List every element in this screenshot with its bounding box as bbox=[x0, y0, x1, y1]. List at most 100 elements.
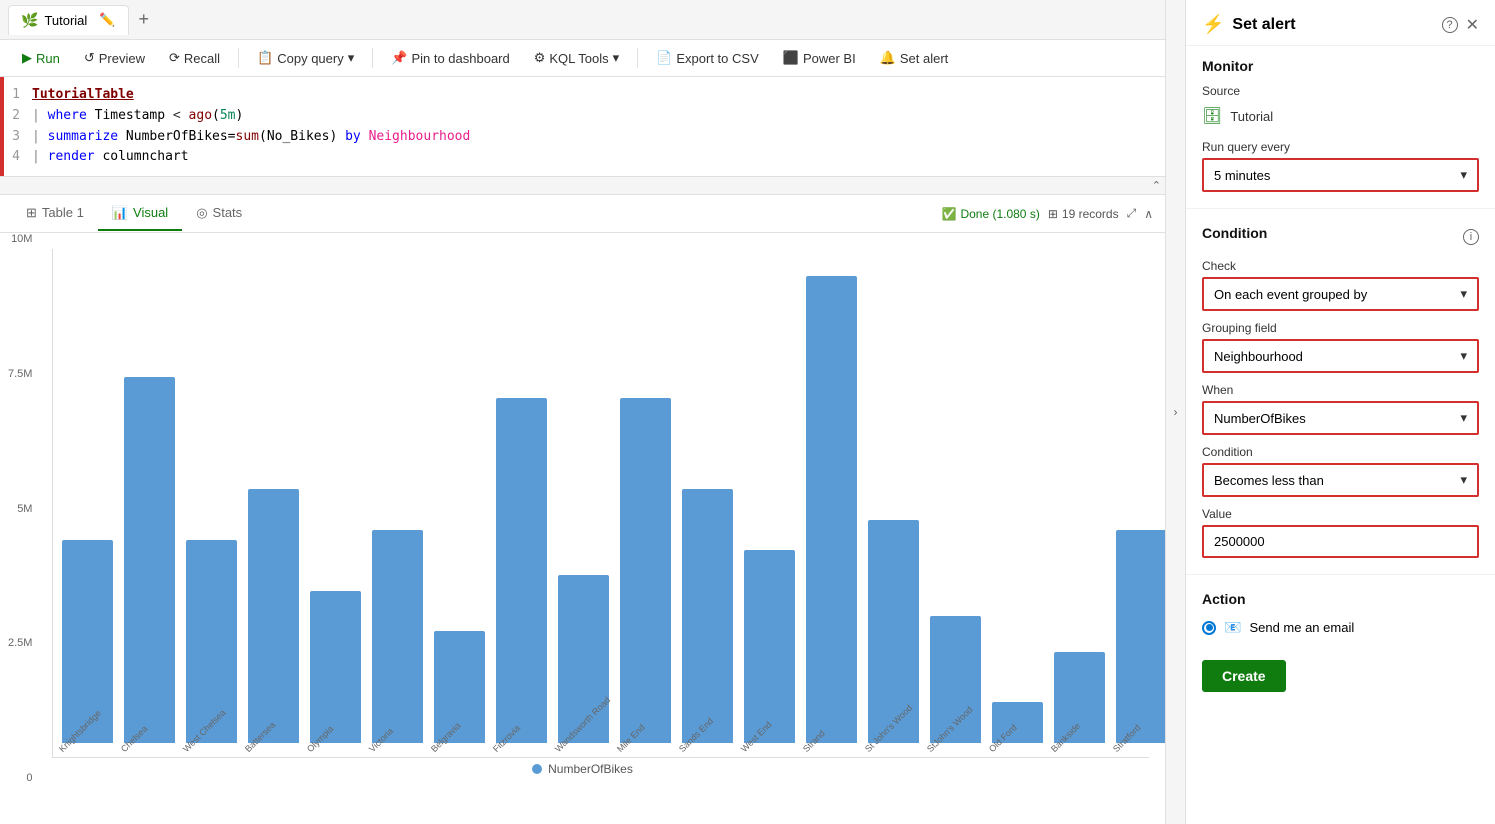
run-icon: ▶ bbox=[22, 50, 32, 66]
y-label-75m: 7.5M bbox=[8, 368, 32, 380]
condition-info-icon[interactable]: i bbox=[1463, 229, 1479, 245]
code-token bbox=[181, 108, 189, 123]
when-label: When bbox=[1202, 383, 1479, 397]
panel-header: ⚡ Set alert ? ✕ bbox=[1186, 0, 1495, 46]
run-button[interactable]: ▶ Run bbox=[12, 46, 70, 70]
condition-title: Condition bbox=[1202, 225, 1267, 241]
panel-body: Monitor Source 🗄 Tutorial Run query ever… bbox=[1186, 46, 1495, 824]
copy-label: Copy query bbox=[277, 51, 343, 66]
when-dropdown[interactable]: NumberOfBikes ▾ bbox=[1202, 401, 1479, 435]
alert-label: Set alert bbox=[900, 51, 948, 66]
power-bi-button[interactable]: ⬛ Power BI bbox=[773, 46, 866, 70]
chart-bar-group: Old Ford bbox=[987, 249, 1047, 757]
tab-stats[interactable]: ◎ Stats bbox=[182, 197, 256, 231]
value-input[interactable] bbox=[1202, 525, 1479, 558]
error-indicator bbox=[0, 77, 4, 176]
code-token: Neighbourhood bbox=[361, 129, 471, 144]
divider-1 bbox=[238, 48, 239, 68]
preview-icon: ↺ bbox=[84, 50, 95, 66]
code-line-3: 3 | summarize NumberOfBikes=sum(No_Bikes… bbox=[0, 127, 1165, 148]
line-num-2: 2 bbox=[0, 106, 32, 127]
tab-bar: 🌿 Tutorial ✏️ + bbox=[0, 0, 1165, 40]
code-token: ) bbox=[236, 108, 244, 123]
collapse-icon[interactable]: ⌃ bbox=[1152, 179, 1161, 192]
recall-button[interactable]: ⟳ Recall bbox=[159, 46, 230, 70]
results-area: ⊞ Table 1 📊 Visual ◎ Stats ✅ Done (1.080… bbox=[0, 195, 1165, 824]
side-arrows[interactable]: › bbox=[1165, 0, 1185, 824]
source-value: Tutorial bbox=[1230, 109, 1273, 124]
monitor-section: Monitor Source 🗄 Tutorial Run query ever… bbox=[1186, 46, 1495, 204]
pin-dashboard-button[interactable]: 📌 Pin to dashboard bbox=[381, 46, 519, 70]
preview-button[interactable]: ↺ Preview bbox=[74, 46, 155, 70]
check-value: On each event grouped by bbox=[1214, 287, 1367, 302]
line-content-1: TutorialTable bbox=[32, 85, 1165, 106]
legend-dot bbox=[532, 764, 542, 774]
collapse-bar[interactable]: ⌃ bbox=[0, 177, 1165, 195]
export-csv-button[interactable]: 📄 Export to CSV bbox=[646, 46, 769, 70]
email-label: Send me an email bbox=[1249, 620, 1354, 635]
chart-bar-group: Mile End bbox=[615, 249, 675, 757]
condition-dropdown[interactable]: Becomes less than ▾ bbox=[1202, 463, 1479, 497]
code-token: sum bbox=[236, 129, 259, 144]
y-label-5m: 5M bbox=[8, 503, 32, 515]
chart-bar-group: West End bbox=[739, 249, 799, 757]
code-editor[interactable]: 1 TutorialTable 2 | where Timestamp < ag… bbox=[0, 77, 1165, 177]
toolbar: ▶ Run ↺ Preview ⟳ Recall 📋 Copy query ▾ … bbox=[0, 40, 1165, 77]
create-button[interactable]: Create bbox=[1202, 660, 1286, 692]
grouping-arrow-icon: ▾ bbox=[1460, 348, 1467, 364]
email-radio-item[interactable]: 📧 Send me an email bbox=[1202, 615, 1479, 640]
close-icon[interactable]: ✕ bbox=[1466, 15, 1479, 35]
source-item: 🗄 Tutorial bbox=[1202, 102, 1479, 130]
code-line-1: 1 TutorialTable bbox=[0, 85, 1165, 106]
divider-condition-action bbox=[1186, 574, 1495, 575]
run-query-arrow-icon: ▾ bbox=[1460, 167, 1467, 183]
email-radio[interactable] bbox=[1202, 621, 1216, 635]
chart-bar-group: Victoria bbox=[367, 249, 427, 757]
tab-add-button[interactable]: + bbox=[129, 3, 160, 36]
monitor-title: Monitor bbox=[1202, 58, 1479, 74]
tab-visual[interactable]: 📊 Visual bbox=[98, 197, 182, 231]
expand-icon[interactable]: ⤢ bbox=[1127, 206, 1137, 221]
pin-label: Pin to dashboard bbox=[411, 51, 509, 66]
kql-tools-button[interactable]: ⚙ KQL Tools ▾ bbox=[524, 46, 629, 70]
grouping-dropdown[interactable]: Neighbourhood ▾ bbox=[1202, 339, 1479, 373]
kql-dropdown-icon: ▾ bbox=[613, 50, 620, 66]
code-token: | bbox=[32, 129, 48, 144]
pin-icon: 📌 bbox=[391, 50, 407, 66]
copy-query-button[interactable]: 📋 Copy query ▾ bbox=[247, 46, 364, 70]
code-token: | bbox=[32, 108, 48, 123]
done-text: Done (1.080 s) bbox=[960, 207, 1039, 221]
code-token: < bbox=[173, 108, 181, 123]
recall-icon: ⟳ bbox=[169, 50, 180, 66]
code-token: by bbox=[345, 129, 361, 144]
results-status: ✅ Done (1.080 s) ⊞ 19 records ⤢ ∧ bbox=[941, 206, 1153, 221]
chart-bar bbox=[682, 489, 733, 743]
chart-bar-group: Chelsea bbox=[119, 249, 179, 757]
powerbi-icon: ⬛ bbox=[783, 50, 799, 66]
y-label-25m: 2.5M bbox=[8, 637, 32, 649]
collapse-results-icon[interactable]: ∧ bbox=[1144, 207, 1153, 221]
records-count: 19 records bbox=[1062, 207, 1119, 221]
stats-icon: ◎ bbox=[196, 205, 207, 221]
code-token: columnchart bbox=[95, 149, 189, 164]
chart-bar-group: StJohn's Wood bbox=[925, 249, 985, 757]
run-query-dropdown[interactable]: 5 minutes ▾ bbox=[1202, 158, 1479, 192]
divider-3 bbox=[637, 48, 638, 68]
tab-edit-icon[interactable]: ✏️ bbox=[99, 12, 115, 28]
set-alert-button[interactable]: 🔔 Set alert bbox=[870, 46, 959, 70]
tutorial-tab[interactable]: 🌿 Tutorial ✏️ bbox=[8, 5, 129, 35]
chart-bar-group: Stratford bbox=[1111, 249, 1165, 757]
arrow-right-icon[interactable]: › bbox=[1174, 405, 1178, 419]
check-dropdown[interactable]: On each event grouped by ▾ bbox=[1202, 277, 1479, 311]
export-icon: 📄 bbox=[656, 50, 672, 66]
source-icon: 🗄 bbox=[1202, 106, 1222, 126]
main-content: 🌿 Tutorial ✏️ + ▶ Run ↺ Preview ⟳ Recall… bbox=[0, 0, 1165, 824]
line-content-4: | render columnchart bbox=[32, 147, 1165, 168]
code-token: Timestamp bbox=[87, 108, 173, 123]
tab-icon: 🌿 bbox=[21, 12, 38, 29]
run-query-value: 5 minutes bbox=[1214, 168, 1270, 183]
chart-bar-group: Battersea bbox=[243, 249, 303, 757]
help-icon[interactable]: ? bbox=[1442, 17, 1458, 33]
tab-table1[interactable]: ⊞ Table 1 bbox=[12, 197, 98, 231]
when-value: NumberOfBikes bbox=[1214, 411, 1306, 426]
